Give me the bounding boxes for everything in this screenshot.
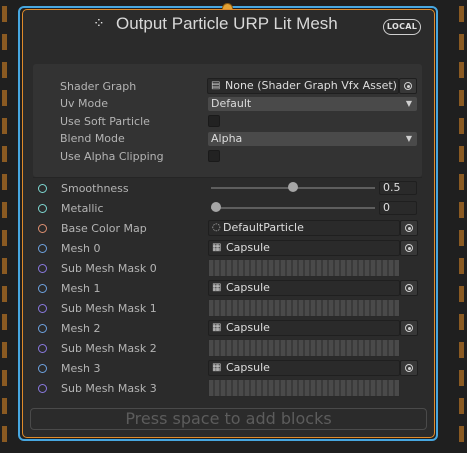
mesh-0-port[interactable] bbox=[38, 244, 47, 253]
sub-mesh-mask-0-field[interactable] bbox=[208, 259, 400, 277]
mesh-0-label: Mesh 0 bbox=[61, 242, 101, 255]
sub-mesh-mask-1-port[interactable] bbox=[38, 304, 47, 313]
mesh-icon: ▦ bbox=[212, 322, 222, 333]
mesh-3-label: Mesh 3 bbox=[61, 362, 101, 375]
sub-mesh-mask-0-port[interactable] bbox=[38, 264, 47, 273]
settings-panel: Shader Graph ▤ None (Shader Graph Vfx As… bbox=[33, 64, 422, 177]
smoothness-port[interactable] bbox=[38, 184, 47, 193]
sub-mesh-mask-2-port[interactable] bbox=[38, 344, 47, 353]
mesh-1-field[interactable]: ▦ Capsule bbox=[208, 280, 400, 296]
metallic-label: Metallic bbox=[61, 202, 104, 215]
edge-dashes-left bbox=[2, 0, 8, 453]
node-header[interactable]: ⁘ Output Particle URP Lit Mesh LOCAL bbox=[23, 10, 434, 50]
base-color-map-picker-icon[interactable] bbox=[400, 220, 418, 236]
use-alpha-clipping-label: Use Alpha Clipping bbox=[60, 150, 164, 163]
mesh-icon: ▦ bbox=[212, 282, 222, 293]
document-icon: ▤ bbox=[211, 80, 221, 91]
uv-mode-value: Default bbox=[211, 97, 252, 110]
smoothness-field[interactable]: 0.5 bbox=[379, 181, 417, 195]
uv-mode-label: Uv Mode bbox=[60, 97, 109, 110]
output-context-node[interactable]: ⁘ Output Particle URP Lit Mesh LOCAL Sha… bbox=[22, 9, 435, 438]
blend-mode-value: Alpha bbox=[211, 132, 243, 145]
shader-graph-field[interactable]: ▤ None (Shader Graph Vfx Asset) bbox=[207, 78, 399, 94]
sub-mesh-mask-2-field[interactable] bbox=[208, 339, 400, 357]
sub-mesh-mask-1-field[interactable] bbox=[208, 299, 400, 317]
mesh-3-value: Capsule bbox=[226, 361, 270, 374]
mesh-0-field[interactable]: ▦ Capsule bbox=[208, 240, 400, 256]
mesh-1-value: Capsule bbox=[226, 281, 270, 294]
mesh-3-field[interactable]: ▦ Capsule bbox=[208, 360, 400, 376]
base-color-map-value: DefaultParticle bbox=[223, 221, 304, 234]
mesh-1-picker-icon[interactable] bbox=[400, 280, 418, 296]
divider bbox=[33, 177, 422, 178]
sub-mesh-mask-3-label: Sub Mesh Mask 3 bbox=[61, 382, 157, 395]
uv-mode-dropdown[interactable]: Default ▼ bbox=[208, 97, 417, 111]
use-soft-particle-checkbox[interactable] bbox=[208, 115, 220, 127]
smoothness-label: Smoothness bbox=[61, 182, 129, 195]
use-soft-particle-label: Use Soft Particle bbox=[60, 115, 150, 128]
mesh-2-picker-icon[interactable] bbox=[400, 320, 418, 336]
shader-graph-picker-icon[interactable] bbox=[399, 78, 417, 94]
shader-graph-value: None (Shader Graph Vfx Asset) bbox=[225, 79, 397, 92]
base-color-map-port[interactable] bbox=[38, 224, 47, 233]
smoothness-slider-thumb[interactable] bbox=[288, 182, 298, 192]
sub-mesh-mask-0-label: Sub Mesh Mask 0 bbox=[61, 262, 157, 275]
chevron-down-icon: ▼ bbox=[405, 99, 412, 108]
sub-mesh-mask-3-port[interactable] bbox=[38, 384, 47, 393]
mesh-1-port[interactable] bbox=[38, 284, 47, 293]
mesh-2-value: Capsule bbox=[226, 321, 270, 334]
vfx-output-icon: ⁘ bbox=[93, 16, 105, 32]
metallic-field[interactable]: 0 bbox=[379, 201, 417, 215]
mesh-2-field[interactable]: ▦ Capsule bbox=[208, 320, 400, 336]
metallic-slider-thumb[interactable] bbox=[211, 202, 221, 212]
mesh-1-label: Mesh 1 bbox=[61, 282, 101, 295]
mesh-icon: ▦ bbox=[212, 242, 222, 253]
add-blocks-area[interactable]: Press space to add blocks bbox=[30, 408, 427, 430]
blend-mode-label: Blend Mode bbox=[60, 132, 125, 145]
shader-graph-label: Shader Graph bbox=[60, 80, 137, 93]
node-title: Output Particle URP Lit Mesh bbox=[116, 14, 338, 33]
mesh-2-label: Mesh 2 bbox=[61, 322, 101, 335]
mesh-3-picker-icon[interactable] bbox=[400, 360, 418, 376]
chevron-down-icon: ▼ bbox=[405, 134, 412, 143]
texture-icon: ◌ bbox=[212, 222, 221, 233]
mesh-3-port[interactable] bbox=[38, 364, 47, 373]
blend-mode-dropdown[interactable]: Alpha ▼ bbox=[208, 132, 417, 146]
base-color-map-field[interactable]: ◌ DefaultParticle bbox=[208, 220, 400, 236]
mesh-icon: ▦ bbox=[212, 362, 222, 373]
mesh-0-picker-icon[interactable] bbox=[400, 240, 418, 256]
edge-dashes-right bbox=[459, 0, 465, 453]
mesh-0-value: Capsule bbox=[226, 241, 270, 254]
use-alpha-clipping-checkbox[interactable] bbox=[208, 150, 220, 162]
base-color-map-label: Base Color Map bbox=[61, 222, 147, 235]
local-badge[interactable]: LOCAL bbox=[383, 19, 421, 35]
sub-mesh-mask-1-label: Sub Mesh Mask 1 bbox=[61, 302, 157, 315]
metallic-slider[interactable] bbox=[211, 207, 375, 209]
mesh-2-port[interactable] bbox=[38, 324, 47, 333]
metallic-port[interactable] bbox=[38, 204, 47, 213]
sub-mesh-mask-2-label: Sub Mesh Mask 2 bbox=[61, 342, 157, 355]
sub-mesh-mask-3-field[interactable] bbox=[208, 379, 400, 397]
